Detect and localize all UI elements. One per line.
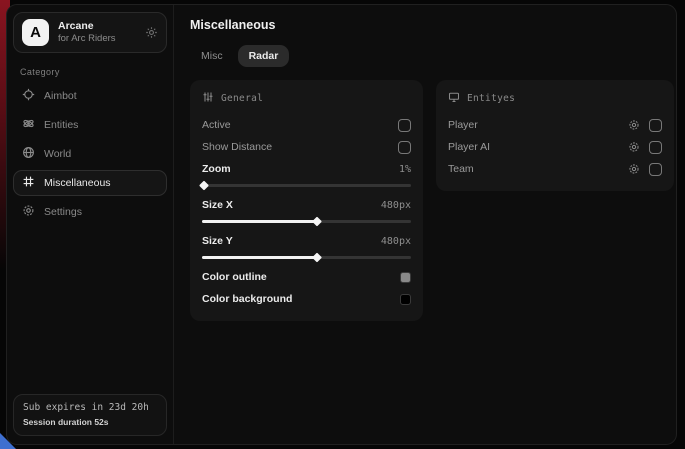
size-y-slider[interactable] [202, 253, 411, 262]
globe-icon [22, 146, 35, 162]
tab-bar: Misc Radar [190, 45, 674, 67]
gear-icon[interactable] [628, 119, 640, 131]
slider-value: 1% [399, 164, 411, 175]
entity-label: Player [448, 119, 478, 131]
entities-icon [22, 117, 35, 133]
slider-value: 480px [381, 236, 411, 247]
color-outline-swatch[interactable] [400, 272, 411, 283]
general-panel-header: General [202, 91, 411, 106]
panel-row: General Active Show Distance Zoom 1% [190, 80, 674, 321]
sidebar-item-label: Aimbot [44, 90, 77, 102]
category-label: Category [20, 67, 167, 77]
color-row-background: Color background [202, 288, 411, 310]
entities-panel-header: Entityes [448, 91, 662, 106]
slider-row-size-y: Size Y 480px [202, 230, 411, 252]
gear-icon [22, 204, 35, 220]
session-duration-text: Session duration 52s [23, 417, 157, 427]
page-title: Miscellaneous [190, 18, 674, 32]
active-checkbox[interactable] [398, 119, 411, 132]
sidebar-item-label: Settings [44, 206, 82, 218]
gear-icon[interactable] [145, 26, 158, 39]
toggle-label: Active [202, 119, 231, 131]
screen: A Arcane for Arc Riders Category [0, 0, 685, 449]
slider-thumb[interactable] [312, 217, 322, 227]
slider-value: 480px [381, 200, 411, 211]
entities-panel-title: Entityes [467, 93, 515, 104]
crosshair-icon [22, 88, 35, 104]
main-content: Miscellaneous Misc Radar General [174, 5, 677, 444]
slider-fill [202, 220, 317, 223]
brand-subtitle: for Arc Riders [58, 33, 136, 45]
tab-misc[interactable]: Misc [190, 45, 234, 67]
slider-thumb[interactable] [199, 181, 209, 191]
slider-label: Size Y [202, 235, 233, 247]
zoom-slider[interactable] [202, 181, 411, 190]
slider-row-zoom: Zoom 1% [202, 158, 411, 180]
sliders-icon [202, 91, 214, 106]
sidebar: A Arcane for Arc Riders Category [7, 5, 174, 444]
toggle-row-show-distance: Show Distance [202, 136, 411, 158]
color-label: Color background [202, 293, 292, 305]
brand-text: Arcane for Arc Riders [58, 20, 136, 45]
slider-fill [202, 256, 317, 259]
color-label: Color outline [202, 271, 267, 283]
brand-logo: A [22, 19, 49, 46]
entity-row-player: Player [448, 114, 662, 136]
grid-icon [22, 175, 35, 191]
entity-label: Team [448, 163, 474, 175]
slider-track [202, 184, 411, 187]
sidebar-item-aimbot[interactable]: Aimbot [13, 83, 167, 109]
color-background-swatch[interactable] [400, 294, 411, 305]
sub-expiry-text: Sub expires in 23d 20h [23, 402, 157, 413]
slider-label: Zoom [202, 163, 231, 175]
sidebar-nav: Aimbot Entities [13, 83, 167, 225]
general-panel: General Active Show Distance Zoom 1% [190, 80, 423, 321]
entities-panel: Entityes Player Player [436, 80, 674, 191]
gear-icon[interactable] [628, 163, 640, 175]
player-checkbox[interactable] [649, 119, 662, 132]
app-window: A Arcane for Arc Riders Category [6, 4, 677, 445]
team-checkbox[interactable] [649, 163, 662, 176]
entity-row-team: Team [448, 158, 662, 180]
entity-label: Player AI [448, 141, 490, 153]
brand-card: A Arcane for Arc Riders [13, 12, 167, 53]
sidebar-item-settings[interactable]: Settings [13, 199, 167, 225]
gear-icon[interactable] [628, 141, 640, 153]
monitor-icon [448, 91, 460, 106]
sidebar-item-miscellaneous[interactable]: Miscellaneous [13, 170, 167, 196]
general-panel-title: General [221, 93, 263, 104]
slider-row-size-x: Size X 480px [202, 194, 411, 216]
color-row-outline: Color outline [202, 266, 411, 288]
brand-title: Arcane [58, 20, 136, 33]
sidebar-item-label: Entities [44, 119, 78, 131]
sidebar-item-label: Miscellaneous [44, 177, 111, 189]
slider-label: Size X [202, 199, 233, 211]
size-x-slider[interactable] [202, 217, 411, 226]
player-ai-checkbox[interactable] [649, 141, 662, 154]
toggle-label: Show Distance [202, 141, 272, 153]
sidebar-item-world[interactable]: World [13, 141, 167, 167]
entity-row-player-ai: Player AI [448, 136, 662, 158]
sidebar-item-label: World [44, 148, 71, 160]
show-distance-checkbox[interactable] [398, 141, 411, 154]
subscription-card: Sub expires in 23d 20h Session duration … [13, 394, 167, 436]
toggle-row-active: Active [202, 114, 411, 136]
sidebar-item-entities[interactable]: Entities [13, 112, 167, 138]
tab-radar[interactable]: Radar [238, 45, 290, 67]
slider-thumb[interactable] [312, 253, 322, 263]
